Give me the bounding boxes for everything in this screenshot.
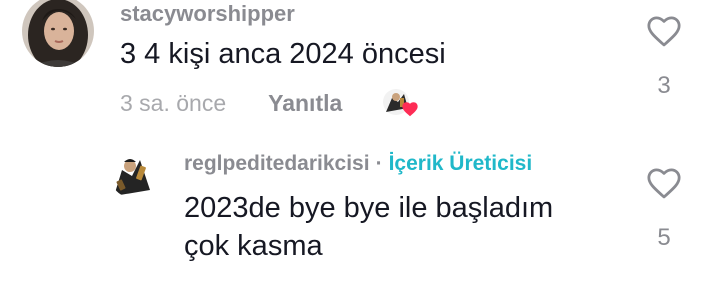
avatar[interactable] [110, 152, 156, 198]
heart-outline-icon[interactable] [645, 14, 683, 48]
like-count: 3 [657, 72, 671, 99]
comment-username[interactable]: reglpeditedarikcisi [184, 152, 370, 175]
creator-liked-badge [382, 88, 418, 118]
comment-timestamp: 3 sa. önce [120, 89, 227, 116]
comment-item: stacyworshipper 3 4 kişi anca 2024 önces… [0, 0, 719, 130]
reply-button[interactable]: Yanıtla [268, 90, 342, 117]
comment-username[interactable]: stacyworshipper [120, 1, 295, 27]
avatar[interactable] [22, 0, 94, 67]
separator-dot: · [375, 152, 383, 175]
creator-badge: İçerik Üreticisi [388, 152, 533, 175]
like-column: 3 [639, 14, 689, 100]
heart-outline-icon[interactable] [645, 166, 683, 200]
like-column: 5 [639, 166, 689, 252]
reply-username-line: reglpeditedarikcisi · İçerik Üreticisi [184, 152, 532, 176]
comment-text-line-2: çok kasma [184, 230, 323, 262]
comment-text: 3 4 kişi anca 2024 öncesi [120, 38, 446, 70]
heart-filled-icon [402, 102, 418, 117]
like-count: 5 [657, 224, 671, 251]
reply-comment-item: reglpeditedarikcisi · İçerik Üreticisi 202… [0, 140, 719, 283]
comment-meta: 3 sa. önce Yanıtla [120, 88, 418, 118]
comment-text-line-1: 2023de bye bye ile başladım [184, 192, 554, 224]
